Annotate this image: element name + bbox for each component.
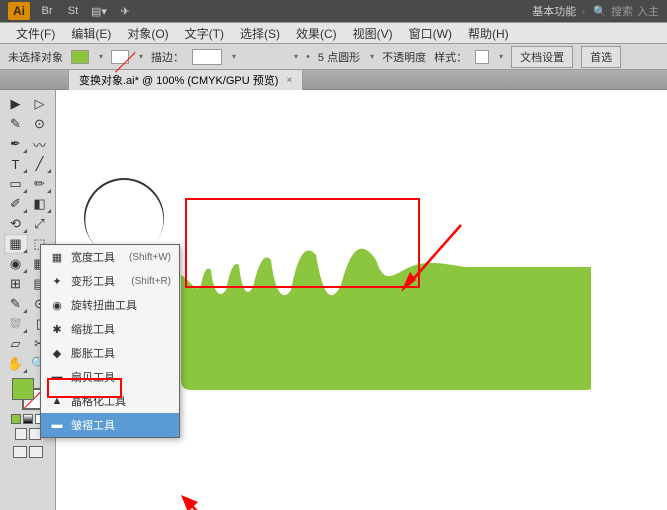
flyout-pucker-tool[interactable]: ✱ 缩拢工具: [41, 317, 179, 341]
curvature-tool[interactable]: 〰: [28, 134, 52, 154]
flyout-width-tool[interactable]: ▦ 宽度工具 (Shift+W): [41, 245, 179, 269]
stroke-label: 描边：: [151, 49, 184, 65]
screen-mode-full[interactable]: [29, 428, 41, 440]
pencil-tool[interactable]: ✐: [4, 194, 28, 214]
width-tool[interactable]: ▦: [4, 234, 28, 254]
symbol-sprayer-tool[interactable]: ⛆: [4, 314, 28, 334]
sync-icon[interactable]: ✈: [116, 2, 134, 20]
menu-edit[interactable]: 编辑(E): [63, 25, 119, 42]
style-swatch[interactable]: [475, 50, 489, 64]
brush-value[interactable]: 5 点圆形: [318, 49, 360, 65]
bloat-tool-icon: ◆: [49, 346, 65, 360]
scallop-tool-icon: ▬: [49, 370, 65, 384]
flyout-label: 变形工具: [71, 273, 115, 289]
warp-tool-icon: ✦: [49, 274, 65, 288]
flyout-label: 扇贝工具: [71, 369, 115, 385]
artwork-green-shape: [181, 205, 591, 390]
opacity-label[interactable]: 不透明度: [382, 49, 426, 65]
color-mode-gradient[interactable]: [23, 414, 33, 424]
eraser-tool[interactable]: ◧: [28, 194, 52, 214]
wrinkle-tool-icon: ▬: [49, 418, 65, 432]
flyout-crystallize-tool[interactable]: ▲ 晶格化工具: [41, 389, 179, 413]
menu-file[interactable]: 文件(F): [8, 25, 63, 42]
control-bar: 未选择对象 ▾ ▾ 描边： ▾ ▾ • 5 点圆形▾ 不透明度 样式： ▾ 文档…: [0, 44, 667, 70]
reflect-tool[interactable]: ⤢: [28, 214, 52, 234]
flyout-twirl-tool[interactable]: ◉ 旋转扭曲工具: [41, 293, 179, 317]
stroke-weight-input[interactable]: [192, 49, 222, 65]
fill-swatch[interactable]: [71, 50, 89, 64]
document-tab-bar: 变换对象.ai* @ 100% (CMYK/GPU 预览) ×: [0, 70, 667, 90]
menu-view[interactable]: 视图(V): [345, 25, 401, 42]
stroke-swatch[interactable]: [111, 50, 129, 64]
flyout-shortcut: (Shift+W): [129, 252, 171, 263]
rectangle-tool[interactable]: ▭: [4, 174, 28, 194]
prefs-button[interactable]: 首选: [581, 46, 621, 68]
magic-wand-tool[interactable]: ✎: [4, 114, 28, 134]
rotate-tool[interactable]: ⟲: [4, 214, 28, 234]
mesh-tool[interactable]: ⊞: [4, 274, 28, 294]
workspace-switcher[interactable]: 基本功能 ▾: [532, 3, 585, 19]
shape-builder-tool[interactable]: ◉: [4, 254, 28, 274]
crystallize-tool-icon: ▲: [49, 394, 65, 408]
menu-type[interactable]: 文字(T): [177, 25, 232, 42]
flyout-label: 旋转扭曲工具: [71, 297, 137, 313]
app-logo: Ai: [8, 2, 30, 20]
direct-selection-tool[interactable]: ▷: [28, 94, 52, 114]
bridge-icon[interactable]: Br: [38, 2, 56, 20]
flyout-warp-tool[interactable]: ✦ 变形工具 (Shift+R): [41, 269, 179, 293]
arrange-icon[interactable]: ▤▾: [90, 2, 108, 20]
style-label: 样式：: [434, 49, 467, 65]
flyout-label: 宽度工具: [71, 249, 115, 265]
app-title-bar: Ai Br St ▤▾ ✈ 基本功能 ▾ 🔍 搜索 入主: [0, 0, 667, 22]
screen-mode-normal[interactable]: [15, 428, 27, 440]
fill-color[interactable]: [12, 378, 34, 400]
menu-effect[interactable]: 效果(C): [288, 25, 345, 42]
pen-tool[interactable]: ✒: [4, 134, 28, 154]
line-tool[interactable]: ╱: [28, 154, 52, 174]
tab-close-button[interactable]: ×: [286, 75, 292, 86]
pucker-tool-icon: ✱: [49, 322, 65, 336]
color-panel[interactable]: [12, 378, 44, 410]
color-mode-solid[interactable]: [11, 414, 21, 424]
flyout-shortcut: (Shift+R): [131, 276, 171, 287]
menu-select[interactable]: 选择(S): [232, 25, 288, 42]
draw-mode[interactable]: [13, 446, 27, 458]
document-tab[interactable]: 变换对象.ai* @ 100% (CMYK/GPU 预览) ×: [68, 69, 303, 90]
flyout-wrinkle-tool[interactable]: ▬ 皱褶工具: [41, 413, 179, 437]
flyout-label: 晶格化工具: [71, 393, 126, 409]
hand-tool[interactable]: ✋: [4, 354, 28, 374]
flyout-label: 缩拢工具: [71, 321, 115, 337]
flyout-label: 皱褶工具: [71, 417, 115, 433]
draw-mode-2[interactable]: [29, 446, 43, 458]
top-icon-group: Br St ▤▾ ✈: [38, 2, 134, 20]
stock-icon[interactable]: St: [64, 2, 82, 20]
flyout-scallop-tool[interactable]: ▬ 扇贝工具: [41, 365, 179, 389]
artboard-tool[interactable]: ▱: [4, 334, 28, 354]
tab-title: 变换对象.ai* @ 100% (CMYK/GPU 预览): [79, 72, 278, 88]
twirl-tool-icon: ◉: [49, 298, 65, 312]
paintbrush-tool[interactable]: ✏: [28, 174, 52, 194]
type-tool[interactable]: T: [4, 154, 28, 174]
menu-object[interactable]: 对象(O): [119, 25, 176, 42]
flyout-bloat-tool[interactable]: ◆ 膨胀工具: [41, 341, 179, 365]
menu-window[interactable]: 窗口(W): [401, 25, 460, 42]
annotation-arrow-2: [176, 490, 266, 510]
flyout-label: 膨胀工具: [71, 345, 115, 361]
menu-help[interactable]: 帮助(H): [460, 25, 517, 42]
doc-setup-button[interactable]: 文档设置: [511, 46, 573, 68]
search-box[interactable]: 🔍 搜索 入主: [593, 3, 659, 19]
warp-tool-flyout: ▦ 宽度工具 (Shift+W) ✦ 变形工具 (Shift+R) ◉ 旋转扭曲…: [40, 244, 180, 438]
lasso-tool[interactable]: ⊙: [28, 114, 52, 134]
menu-bar: 文件(F) 编辑(E) 对象(O) 文字(T) 选择(S) 效果(C) 视图(V…: [0, 22, 667, 44]
selection-tool[interactable]: ▶: [4, 94, 28, 114]
eyedropper-tool[interactable]: ✎: [4, 294, 28, 314]
selection-label: 未选择对象: [8, 49, 63, 65]
width-tool-icon: ▦: [49, 250, 65, 264]
